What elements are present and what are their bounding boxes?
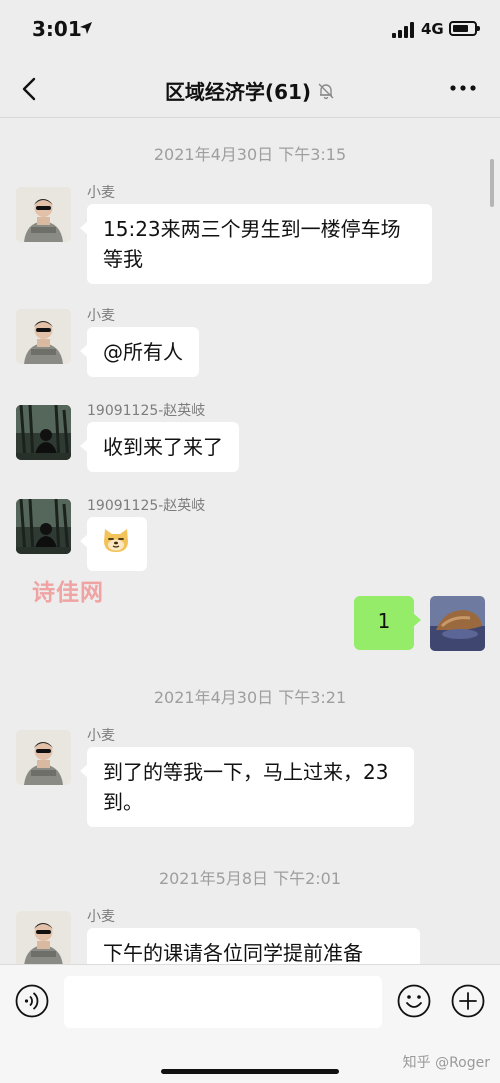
plus-icon[interactable]: [451, 984, 485, 1018]
chat-title-text: 区域经济学(61): [164, 80, 312, 104]
mute-icon: [318, 83, 334, 99]
chat-title: 区域经济学(61): [0, 76, 500, 105]
nav-bar: 区域经济学(61): [0, 60, 500, 118]
my-message-bubble[interactable]: 1: [354, 596, 421, 650]
sender-name: 19091125-赵英岐: [87, 498, 206, 514]
sender-name: 小麦: [87, 308, 115, 324]
avatar-xiaomai[interactable]: [16, 730, 71, 785]
signal-icon: [392, 22, 416, 38]
status-bar: 3:01 4G: [0, 0, 500, 60]
sender-name: 小麦: [87, 728, 115, 744]
message-bubble[interactable]: 15:23来两三个男生到一楼停车场等我: [80, 204, 432, 284]
timestamp: 2021年5月8日 下午2:01: [158, 869, 342, 888]
chat-area[interactable]: 2021年4月30日 下午3:15 小麦 15:23来两三个男生到一楼停车场等我…: [0, 119, 500, 964]
credit-watermark: 知乎 @Roger: [402, 1055, 490, 1071]
sender-name: 小麦: [87, 909, 115, 925]
location-arrow-icon: [80, 22, 92, 34]
avatar-self[interactable]: [430, 596, 485, 651]
message-bubble[interactable]: 到了的等我一下，马上过来，23到。: [80, 747, 414, 827]
input-bar: 知乎 @Roger: [0, 964, 500, 1083]
avatar-zhaoyingqi[interactable]: [16, 499, 71, 554]
timestamp: 2021年4月30日 下午3:21: [153, 688, 347, 707]
timestamp: 2021年4月30日 下午3:15: [153, 145, 347, 164]
sender-name: 小麦: [87, 185, 115, 201]
more-icon[interactable]: [448, 82, 478, 94]
watermark-text: 诗佳网: [32, 580, 104, 606]
network-type: 4G: [421, 20, 444, 38]
home-indicator[interactable]: [161, 1069, 339, 1074]
status-time: 3:01: [32, 17, 82, 41]
scrollbar[interactable]: [490, 159, 494, 207]
message-bubble[interactable]: @所有人: [80, 327, 199, 377]
avatar-xiaomai[interactable]: [16, 187, 71, 242]
battery-icon: [449, 21, 480, 36]
dog-face-sticker-icon: [104, 529, 128, 552]
message-bubble[interactable]: 收到来了来了: [80, 422, 239, 472]
emoji-icon[interactable]: [397, 984, 431, 1018]
sticker-bubble[interactable]: [80, 517, 147, 571]
sender-name: 19091125-赵英岐: [87, 403, 206, 419]
avatar-xiaomai[interactable]: [16, 911, 71, 964]
avatar-xiaomai[interactable]: [16, 309, 71, 364]
message-input[interactable]: [64, 976, 382, 1028]
voice-icon[interactable]: [15, 984, 49, 1018]
message-bubble[interactable]: 下午的课请各位同学提前准备: [87, 928, 420, 964]
avatar-zhaoyingqi[interactable]: [16, 405, 71, 460]
